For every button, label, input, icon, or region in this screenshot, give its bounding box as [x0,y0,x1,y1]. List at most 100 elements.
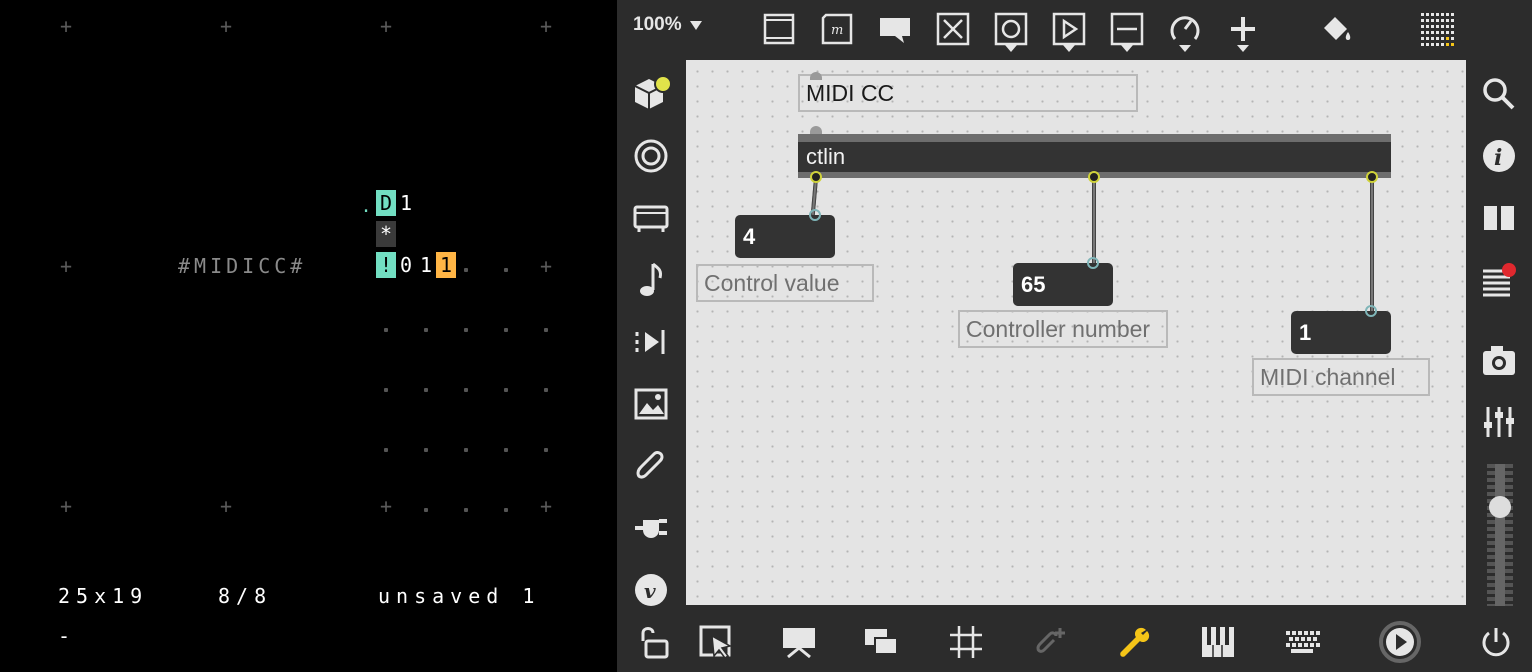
volume-slider[interactable] [1481,464,1519,614]
orca-midicc-channel[interactable]: 0 [396,252,416,278]
orca-pane[interactable]: + + + + + + + + + + #MIDICC# . D 1 * ! 0… [0,0,616,672]
grid-marker: + [379,494,393,518]
left-sidebar: v [617,58,685,613]
patcher-canvas[interactable]: MIDI CC ctlin 4 Control value 65 Control [686,60,1466,605]
cursor-status: - [58,624,77,648]
ctlin-label: ctlin [806,144,846,169]
grid-dot [464,328,468,332]
orca-midicc-knob[interactable]: 1 [416,252,436,278]
ctlin-outlet-channel[interactable] [1366,171,1378,183]
toggle-icon[interactable] [932,8,974,50]
midi-channel-label: MIDI channel [1260,364,1396,390]
play-icon[interactable] [1048,8,1090,52]
keyboard-icon[interactable] [1280,620,1324,664]
grid-dot [544,328,548,332]
chevron-down-icon [1179,45,1191,52]
step-forward-icon[interactable] [629,320,673,364]
message-icon[interactable]: m [816,8,858,50]
grid-dot [504,508,508,512]
grid-marker: + [539,254,553,278]
ctlin-inlet [810,126,822,134]
svg-text:i: i [1494,145,1502,171]
snapshot-icon[interactable] [1477,338,1521,382]
package-icon[interactable] [629,72,673,116]
console-icon[interactable] [1477,258,1521,302]
grid-marker: + [219,494,233,518]
patch-cord[interactable] [1370,178,1374,312]
grid-marker: + [59,494,73,518]
volume-slider-knob[interactable] [1489,496,1511,518]
music-note-icon[interactable] [629,258,673,302]
orca-delay-arg[interactable]: 1 [396,190,416,216]
midi-channel-number: 1 [1299,320,1312,345]
control-value-number-box[interactable]: 4 [735,215,835,258]
paperclip-icon[interactable] [629,444,673,488]
dial-icon[interactable] [1164,8,1206,52]
midi-channel-comment[interactable]: MIDI channel [1252,358,1430,396]
control-value-number: 4 [743,224,756,249]
controller-number-box[interactable]: 65 [1013,263,1113,306]
grid-marker: + [219,14,233,38]
paint-bucket-icon[interactable] [1315,8,1357,50]
search-icon[interactable] [1477,72,1521,116]
video-icon[interactable] [629,196,673,240]
grid-marker: + [59,14,73,38]
split-view-icon[interactable] [1477,196,1521,240]
target-icon[interactable] [629,134,673,178]
file-status: unsaved 1 [378,584,541,608]
ctlin-outlet-controller[interactable] [1088,171,1100,183]
edit-select-icon[interactable] [694,620,738,664]
frame-status: 8/8 [218,584,273,608]
svg-text:m: m [831,23,843,38]
slider-icon[interactable] [1106,8,1148,52]
right-sidebar: i [1467,58,1532,614]
midi-channel-number-box[interactable]: 1 [1291,311,1391,354]
attach-icon[interactable] [1028,620,1072,664]
image-icon[interactable] [629,382,673,426]
grid-matrix-icon[interactable] [1418,8,1460,50]
presentation-icon[interactable] [758,8,800,50]
wrench-icon[interactable] [1112,620,1156,664]
controller-number-comment[interactable]: Controller number [958,310,1168,348]
orca-bang-output: * [376,221,396,247]
grid-marker: + [59,254,73,278]
zoom-level: 100% [633,14,682,35]
unlock-icon[interactable] [630,620,674,664]
number-box-inlet [1365,305,1377,317]
plug-icon[interactable] [629,506,673,550]
grid-dot [504,448,508,452]
piano-icon[interactable] [1196,620,1240,664]
mixer-icon[interactable] [1477,400,1521,444]
grid-dot [464,508,468,512]
patch-cord[interactable] [1092,178,1096,264]
chevron-down-icon [1121,45,1133,52]
orca-delay-operator[interactable]: D [376,190,396,216]
grid-icon[interactable] [944,620,988,664]
grid-dot [424,328,428,332]
grid-dot [464,388,468,392]
grid-dot [464,448,468,452]
orca-comment: #MIDICC# [178,254,307,278]
control-value-comment[interactable]: Control value [696,264,874,302]
orca-midicc-value[interactable]: 1 [436,252,456,278]
number-box-inlet [809,209,821,221]
add-icon[interactable] [1222,8,1264,52]
power-icon[interactable] [1474,620,1518,664]
orca-midicc-operator[interactable]: ! [376,252,396,278]
presentation-mode-icon[interactable] [777,620,821,664]
grid-dot [384,328,388,332]
button-icon[interactable] [990,8,1032,52]
chevron-down-icon [689,20,702,30]
bottom-toolbar [617,606,1532,672]
grid-dot [504,388,508,392]
zoom-dropdown[interactable]: 100% [633,14,702,36]
play-circle-icon[interactable] [1378,620,1422,664]
grid-marker: + [379,14,393,38]
comment-inlet [810,72,822,80]
grid-dot [504,268,508,272]
info-icon[interactable]: i [1477,134,1521,178]
ctlin-outlet-value[interactable] [810,171,822,183]
comment-icon[interactable] [874,8,916,50]
windows-icon[interactable] [860,620,904,664]
patch-title-comment[interactable]: MIDI CC [798,74,1138,112]
